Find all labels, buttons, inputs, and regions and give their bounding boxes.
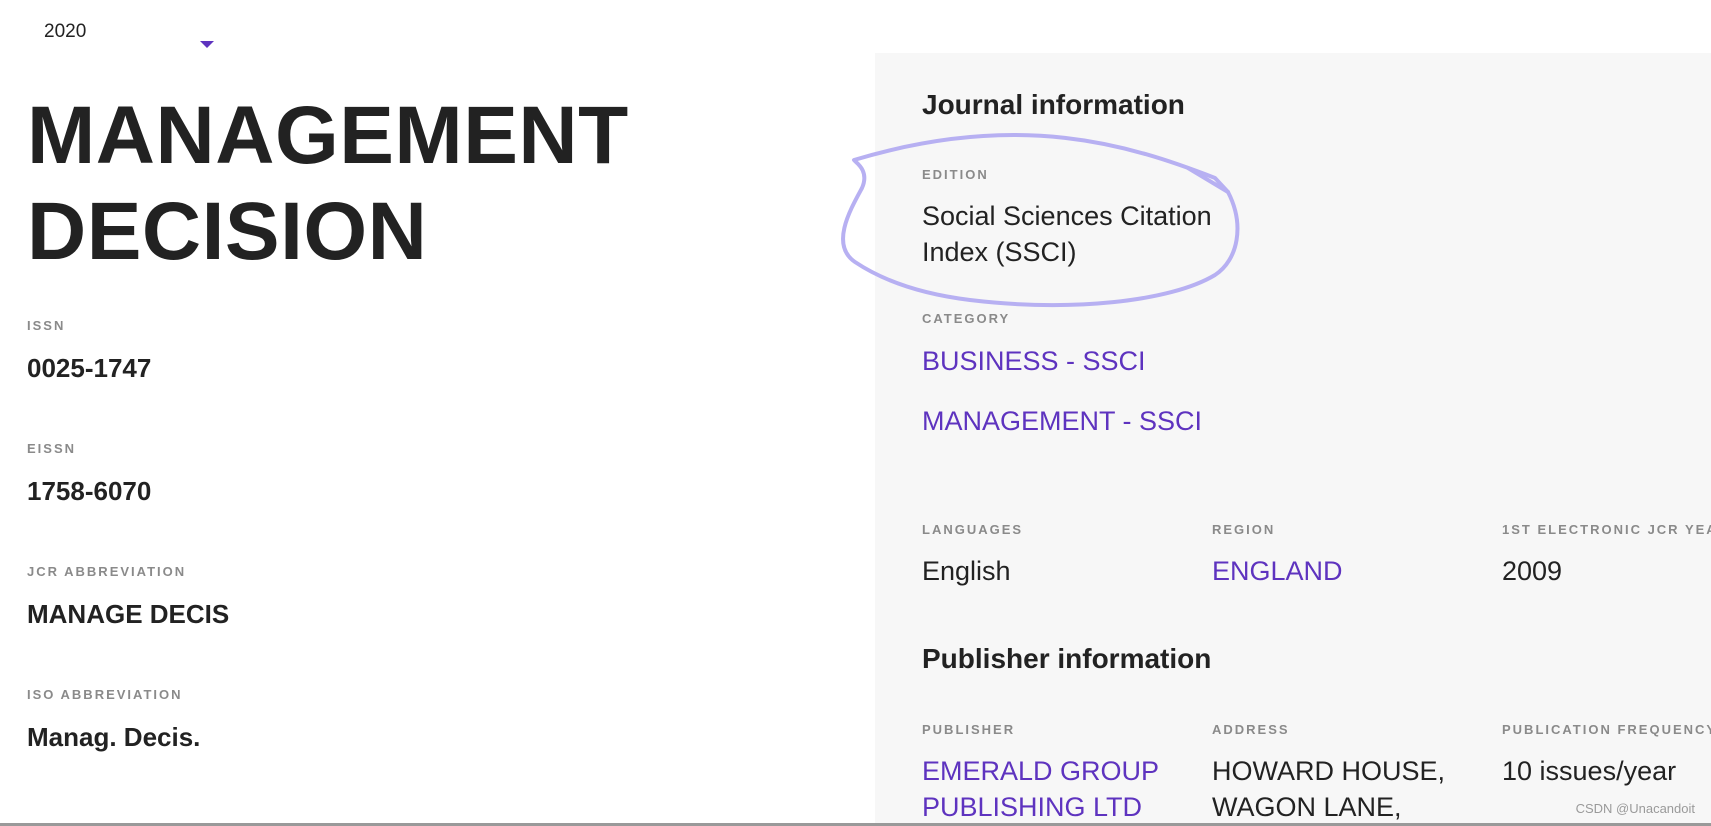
publisher-information-heading: Publisher information	[922, 643, 1212, 674]
category-link-business[interactable]: BUSINESS - SSCI	[922, 343, 1146, 379]
iso-abbreviation-label: ISO ABBREVIATION	[27, 687, 183, 702]
journal-title-line2: DECISION	[27, 186, 428, 277]
region-label: REGION	[1212, 522, 1276, 537]
address-value: HOWARD HOUSE, WAGON LANE,	[1212, 756, 1446, 822]
caret-down-icon	[200, 41, 214, 48]
publication-frequency-label: PUBLICATION FREQUENCY	[1502, 722, 1711, 737]
iso-abbreviation-value: Manag. Decis.	[27, 722, 201, 752]
category-label: CATEGORY	[922, 311, 1011, 326]
first-electronic-jcr-year-value: 2009	[1502, 556, 1563, 586]
journal-title-line1: MANAGEMENT	[27, 90, 629, 181]
issn-value: 0025-1747	[27, 353, 152, 383]
journal-info-panel: Journal information EDITION Social Scien…	[875, 53, 1711, 826]
journal-title: MANAGEMENT DECISION	[27, 88, 787, 280]
jcr-abbreviation-value: MANAGE DECIS	[27, 599, 230, 629]
publisher-label: PUBLISHER	[922, 722, 1016, 737]
edition-label: EDITION	[922, 167, 989, 182]
languages-label: LANGUAGES	[922, 522, 1024, 537]
watermark: CSDN @Unacandoit	[1575, 801, 1695, 816]
journal-information-heading: Journal information	[922, 89, 1185, 120]
year-select[interactable]: 2020	[28, 14, 214, 48]
edition-value: Social Sciences Citation Index (SSCI)	[922, 201, 1212, 267]
issn-label: ISSN	[27, 318, 66, 333]
eissn-label: EISSN	[27, 441, 77, 456]
region-link[interactable]: ENGLAND	[1212, 553, 1343, 589]
publisher-link[interactable]: EMERALD GROUP PUBLISHING LTD	[922, 753, 1172, 825]
languages-value: English	[922, 556, 1011, 586]
first-electronic-jcr-year-label: 1ST ELECTRONIC JCR YEA	[1502, 522, 1711, 537]
address-label: ADDRESS	[1212, 722, 1290, 737]
publication-frequency-value: 10 issues/year	[1502, 756, 1677, 786]
year-select-value: 2020	[44, 21, 87, 42]
category-link-management[interactable]: MANAGEMENT - SSCI	[922, 403, 1202, 439]
eissn-value: 1758-6070	[27, 476, 152, 506]
jcr-abbreviation-label: JCR ABBREVIATION	[27, 564, 187, 579]
